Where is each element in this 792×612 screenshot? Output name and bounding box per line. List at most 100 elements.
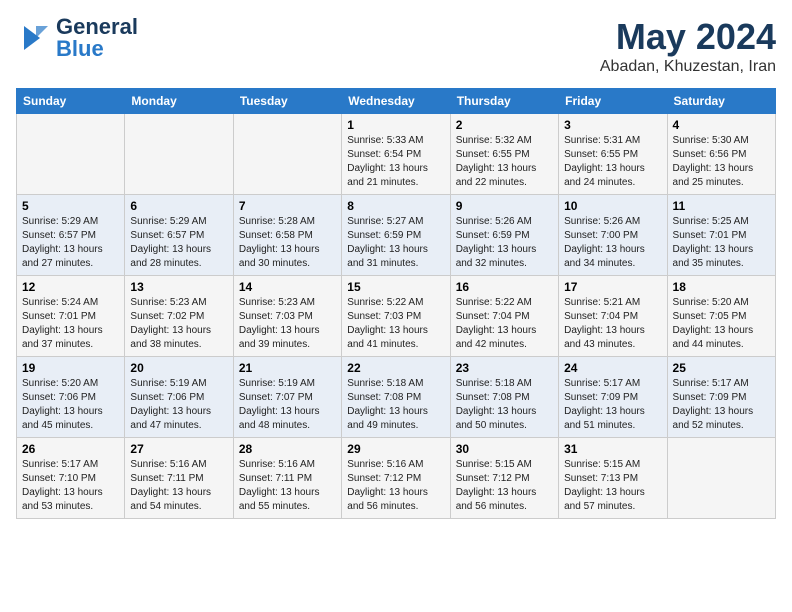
calendar-cell: 16 Sunrise: 5:22 AMSunset: 7:04 PMDayligh… <box>450 276 558 357</box>
calendar-cell: 29 Sunrise: 5:16 AMSunset: 7:12 PMDayligh… <box>342 438 450 519</box>
calendar-cell: 14Sunrise: 5:23 AMSunset: 7:03 PMDayligh… <box>233 276 341 357</box>
day-number: 11 <box>673 199 770 213</box>
day-info: Sunrise: 5:26 AMSunset: 7:00 PMDaylight:… <box>564 215 661 271</box>
day-number: 1 <box>347 118 444 132</box>
day-info: Sunrise: 5:32 AMSunset: 6:55 PMDaylight:… <box>456 134 553 190</box>
day-number: 26 <box>22 442 119 456</box>
calendar-cell: 11 Sunrise: 5:25 AMSunset: 7:01 PMDayligh… <box>667 195 775 276</box>
calendar-cell: 3 Sunrise: 5:31 AMSunset: 6:55 PMDaylight… <box>559 114 667 195</box>
day-number: 15 <box>347 280 444 294</box>
calendar-week-row: 5 Sunrise: 5:29 AMSunset: 6:57 PMDaylight… <box>17 195 776 276</box>
calendar-cell: 21 Sunrise: 5:19 AMSunset: 7:07 PMDayligh… <box>233 357 341 438</box>
calendar-header-row: Sunday Monday Tuesday Wednesday Thursday… <box>17 89 776 114</box>
page-header: General Blue May 2024 Abadan, Khuzestan,… <box>16 16 776 76</box>
day-number: 7 <box>239 199 336 213</box>
calendar-cell: 23 Sunrise: 5:18 AMSunset: 7:08 PMDayligh… <box>450 357 558 438</box>
day-info: Sunrise: 5:33 AMSunset: 6:54 PMDaylight:… <box>347 134 444 190</box>
day-number: 3 <box>564 118 661 132</box>
day-info: Sunrise: 5:17 AMSunset: 7:09 PMDaylight:… <box>673 377 770 433</box>
calendar-cell <box>233 114 341 195</box>
month-title: May 2024 <box>600 16 776 58</box>
col-monday: Monday <box>125 89 233 114</box>
day-info: Sunrise: 5:19 AMSunset: 7:07 PMDaylight:… <box>239 377 336 433</box>
day-info: Sunrise: 5:17 AMSunset: 7:09 PMDaylight:… <box>564 377 661 433</box>
calendar-week-row: 26Sunrise: 5:17 AMSunset: 7:10 PMDayligh… <box>17 438 776 519</box>
calendar-cell: 22Sunrise: 5:18 AMSunset: 7:08 PMDayligh… <box>342 357 450 438</box>
calendar-cell <box>125 114 233 195</box>
day-number: 25 <box>673 361 770 375</box>
day-info: Sunrise: 5:27 AMSunset: 6:59 PMDaylight:… <box>347 215 444 271</box>
calendar-week-row: 19Sunrise: 5:20 AMSunset: 7:06 PMDayligh… <box>17 357 776 438</box>
day-info: Sunrise: 5:21 AMSunset: 7:04 PMDaylight:… <box>564 296 661 352</box>
calendar-cell: 9Sunrise: 5:26 AMSunset: 6:59 PMDaylight… <box>450 195 558 276</box>
logo-text: General Blue <box>56 16 138 60</box>
day-number: 6 <box>130 199 227 213</box>
calendar-cell: 20 Sunrise: 5:19 AMSunset: 7:06 PMDayligh… <box>125 357 233 438</box>
calendar-cell: 19Sunrise: 5:20 AMSunset: 7:06 PMDayligh… <box>17 357 125 438</box>
day-info: Sunrise: 5:15 AMSunset: 7:12 PMDaylight:… <box>456 458 553 514</box>
day-number: 18 <box>673 280 770 294</box>
day-info: Sunrise: 5:23 AMSunset: 7:02 PMDaylight:… <box>130 296 227 352</box>
day-info: Sunrise: 5:25 AMSunset: 7:01 PMDaylight:… <box>673 215 770 271</box>
day-number: 5 <box>22 199 119 213</box>
day-info: Sunrise: 5:16 AMSunset: 7:12 PMDaylight:… <box>347 458 444 514</box>
day-info: Sunrise: 5:29 AMSunset: 6:57 PMDaylight:… <box>22 215 119 271</box>
day-number: 4 <box>673 118 770 132</box>
day-info: Sunrise: 5:29 AMSunset: 6:57 PMDaylight:… <box>130 215 227 271</box>
calendar-cell <box>17 114 125 195</box>
calendar-cell: 18 Sunrise: 5:20 AMSunset: 7:05 PMDayligh… <box>667 276 775 357</box>
calendar-cell: 8 Sunrise: 5:27 AMSunset: 6:59 PMDaylight… <box>342 195 450 276</box>
location-title: Abadan, Khuzestan, Iran <box>600 58 776 76</box>
calendar-cell: 26Sunrise: 5:17 AMSunset: 7:10 PMDayligh… <box>17 438 125 519</box>
calendar-table: Sunday Monday Tuesday Wednesday Thursday… <box>16 88 776 519</box>
day-info: Sunrise: 5:16 AMSunset: 7:11 PMDaylight:… <box>130 458 227 514</box>
day-info: Sunrise: 5:20 AMSunset: 7:05 PMDaylight:… <box>673 296 770 352</box>
col-wednesday: Wednesday <box>342 89 450 114</box>
col-tuesday: Tuesday <box>233 89 341 114</box>
day-number: 23 <box>456 361 553 375</box>
calendar-week-row: 12 Sunrise: 5:24 AMSunset: 7:01 PMDayligh… <box>17 276 776 357</box>
calendar-cell: 1 Sunrise: 5:33 AMSunset: 6:54 PMDaylight… <box>342 114 450 195</box>
day-info: Sunrise: 5:22 AMSunset: 7:04 PMDaylight:… <box>456 296 553 352</box>
day-number: 10 <box>564 199 661 213</box>
col-sunday: Sunday <box>17 89 125 114</box>
calendar-cell: 28Sunrise: 5:16 AMSunset: 7:11 PMDayligh… <box>233 438 341 519</box>
calendar-cell: 27Sunrise: 5:16 AMSunset: 7:11 PMDayligh… <box>125 438 233 519</box>
day-number: 12 <box>22 280 119 294</box>
calendar-cell: 10 Sunrise: 5:26 AMSunset: 7:00 PMDayligh… <box>559 195 667 276</box>
calendar-cell: 30Sunrise: 5:15 AMSunset: 7:12 PMDayligh… <box>450 438 558 519</box>
day-info: Sunrise: 5:30 AMSunset: 6:56 PMDaylight:… <box>673 134 770 190</box>
calendar-cell: 7 Sunrise: 5:28 AMSunset: 6:58 PMDaylight… <box>233 195 341 276</box>
day-number: 28 <box>239 442 336 456</box>
title-block: May 2024 Abadan, Khuzestan, Iran <box>600 16 776 76</box>
logo: General Blue <box>16 16 138 60</box>
day-number: 20 <box>130 361 227 375</box>
calendar-cell: 15Sunrise: 5:22 AMSunset: 7:03 PMDayligh… <box>342 276 450 357</box>
calendar-cell <box>667 438 775 519</box>
day-info: Sunrise: 5:18 AMSunset: 7:08 PMDaylight:… <box>456 377 553 433</box>
day-number: 2 <box>456 118 553 132</box>
calendar-cell: 4 Sunrise: 5:30 AMSunset: 6:56 PMDaylight… <box>667 114 775 195</box>
calendar-cell: 2 Sunrise: 5:32 AMSunset: 6:55 PMDaylight… <box>450 114 558 195</box>
day-number: 22 <box>347 361 444 375</box>
calendar-cell: 6 Sunrise: 5:29 AMSunset: 6:57 PMDaylight… <box>125 195 233 276</box>
day-info: Sunrise: 5:24 AMSunset: 7:01 PMDaylight:… <box>22 296 119 352</box>
col-friday: Friday <box>559 89 667 114</box>
day-number: 14 <box>239 280 336 294</box>
calendar-cell: 31Sunrise: 5:15 AMSunset: 7:13 PMDayligh… <box>559 438 667 519</box>
col-saturday: Saturday <box>667 89 775 114</box>
day-number: 17 <box>564 280 661 294</box>
day-number: 31 <box>564 442 661 456</box>
day-number: 9 <box>456 199 553 213</box>
day-info: Sunrise: 5:28 AMSunset: 6:58 PMDaylight:… <box>239 215 336 271</box>
calendar-cell: 24Sunrise: 5:17 AMSunset: 7:09 PMDayligh… <box>559 357 667 438</box>
calendar-cell: 17 Sunrise: 5:21 AMSunset: 7:04 PMDayligh… <box>559 276 667 357</box>
day-info: Sunrise: 5:19 AMSunset: 7:06 PMDaylight:… <box>130 377 227 433</box>
day-number: 16 <box>456 280 553 294</box>
day-number: 8 <box>347 199 444 213</box>
day-number: 13 <box>130 280 227 294</box>
day-number: 21 <box>239 361 336 375</box>
day-number: 29 <box>347 442 444 456</box>
logo-icon <box>16 20 52 56</box>
day-info: Sunrise: 5:31 AMSunset: 6:55 PMDaylight:… <box>564 134 661 190</box>
